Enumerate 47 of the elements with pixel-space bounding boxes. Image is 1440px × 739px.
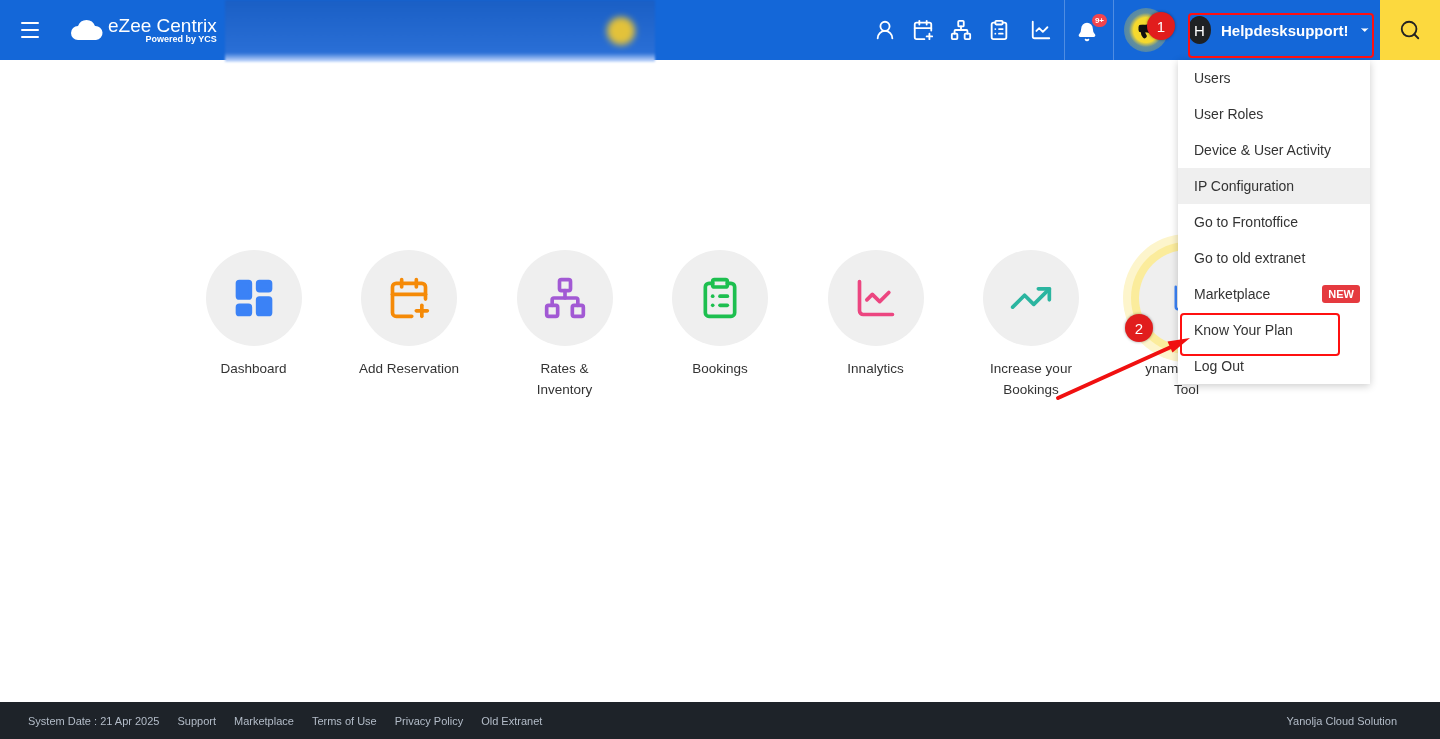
tile-label: ynam xyxy=(1145,360,1179,378)
menu-item[interactable]: Go to Frontoffice xyxy=(1178,204,1370,240)
tile-label: Bookings xyxy=(692,360,748,378)
footer-link[interactable]: Privacy Policy xyxy=(394,714,464,727)
tile-label: Bookings xyxy=(1003,381,1059,399)
system-date: System Date : 21 Apr 2025 xyxy=(28,714,160,727)
footer-link[interactable]: Support xyxy=(177,714,216,727)
notification-count: 9+ xyxy=(1091,14,1107,27)
module-tile[interactable]: Increase your Bookings xyxy=(963,250,1099,702)
module-tile[interactable]: Dashboard xyxy=(185,250,322,702)
cloud-logo-icon xyxy=(70,18,104,42)
footer-link[interactable]: Terms of Use xyxy=(311,714,377,727)
module-tile[interactable]: Innalytics xyxy=(807,250,944,702)
tile-label: Dashboard xyxy=(220,360,287,378)
calendar-plus-icon[interactable] xyxy=(912,19,934,41)
menu-item[interactable]: Know Your Plan xyxy=(1178,312,1370,348)
new-badge: NEW xyxy=(1322,285,1360,303)
tile-label: Rates & xyxy=(540,360,589,378)
menu-item[interactable]: Go to old extranet xyxy=(1178,240,1370,276)
bell-button[interactable]: 9+ xyxy=(1071,12,1107,48)
tile-label: Inventory xyxy=(536,381,593,399)
tile-label: Increase your xyxy=(990,360,1072,378)
tile-label: Innalytics xyxy=(847,360,904,378)
menu-item[interactable]: Users xyxy=(1178,60,1370,96)
module-tile[interactable]: Rates & Inventory xyxy=(496,250,633,702)
menu-item[interactable]: User Roles xyxy=(1178,96,1370,132)
clipboard-icon[interactable] xyxy=(988,19,1010,41)
module-tile[interactable]: Add Reservation xyxy=(341,250,477,702)
step-number: 2 xyxy=(1125,314,1153,342)
search-icon[interactable] xyxy=(1380,0,1440,60)
menu-item[interactable]: Device & User Activity xyxy=(1178,132,1370,168)
footer-link[interactable]: Marketplace xyxy=(234,714,294,727)
menu-item[interactable]: Marketplace NEW xyxy=(1178,276,1370,312)
tile-label: Add Reservation xyxy=(359,360,459,378)
menu-item[interactable]: Log Out xyxy=(1178,348,1370,384)
footer-link[interactable]: Old Extranet xyxy=(481,714,543,727)
company-name: Yanolja Cloud Solution xyxy=(1286,714,1397,727)
bell-icon xyxy=(1077,22,1097,42)
module-tile[interactable]: Bookings xyxy=(652,250,788,702)
avatar: H xyxy=(1188,16,1211,44)
logo-tagline: Powered by YCS xyxy=(145,35,217,44)
network-icon[interactable] xyxy=(950,19,972,41)
chart-icon[interactable] xyxy=(1030,19,1052,41)
tile-label: Tool xyxy=(1174,381,1199,399)
logo-name: eZee Centrix xyxy=(108,16,217,35)
menu-item[interactable]: IP Configuration xyxy=(1178,168,1370,204)
user-menu-button[interactable]: H Helpdesksupport! xyxy=(1188,10,1370,50)
